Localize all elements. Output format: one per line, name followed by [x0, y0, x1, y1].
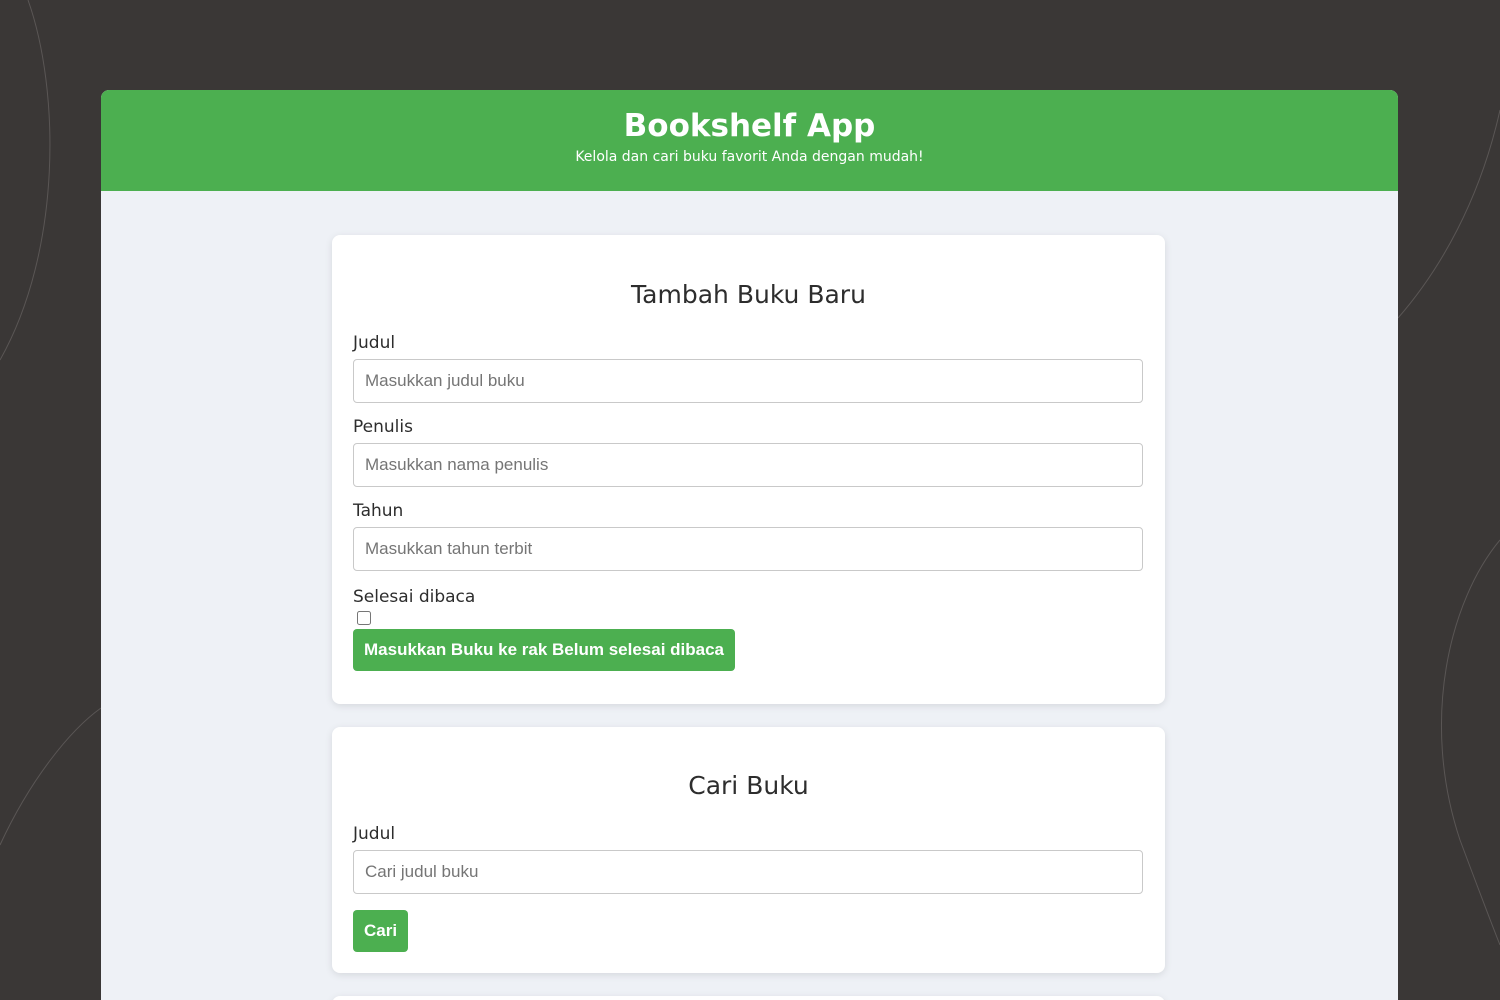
complete-checkbox[interactable]	[357, 611, 371, 625]
title-input[interactable]	[353, 359, 1143, 403]
search-title-label: Judul	[353, 824, 396, 844]
app-header: Bookshelf App Kelola dan cari buku favor…	[101, 90, 1398, 191]
complete-label: Selesai dibaca	[353, 587, 476, 607]
year-input[interactable]	[353, 527, 1143, 571]
app-window: Bookshelf App Kelola dan cari buku favor…	[101, 90, 1398, 1000]
add-book-heading: Tambah Buku Baru	[631, 280, 866, 309]
author-label: Penulis	[353, 417, 413, 437]
author-input[interactable]	[353, 443, 1143, 487]
app-subtitle: Kelola dan cari buku favorit Anda dengan…	[575, 149, 924, 165]
search-book-card: Cari Buku Judul Cari	[332, 727, 1165, 973]
app-title: Bookshelf App	[623, 108, 876, 144]
search-book-heading: Cari Buku	[688, 771, 809, 800]
add-book-button[interactable]: Masukkan Buku ke rak Belum selesai dibac…	[353, 629, 736, 671]
year-label: Tahun	[353, 501, 404, 521]
search-input[interactable]	[353, 850, 1143, 894]
search-button[interactable]: Cari	[353, 910, 409, 952]
bookshelf-card	[332, 996, 1165, 1000]
title-label: Judul	[353, 333, 396, 353]
add-book-card: Tambah Buku Baru Judul Penulis Tahun Sel…	[332, 235, 1165, 704]
